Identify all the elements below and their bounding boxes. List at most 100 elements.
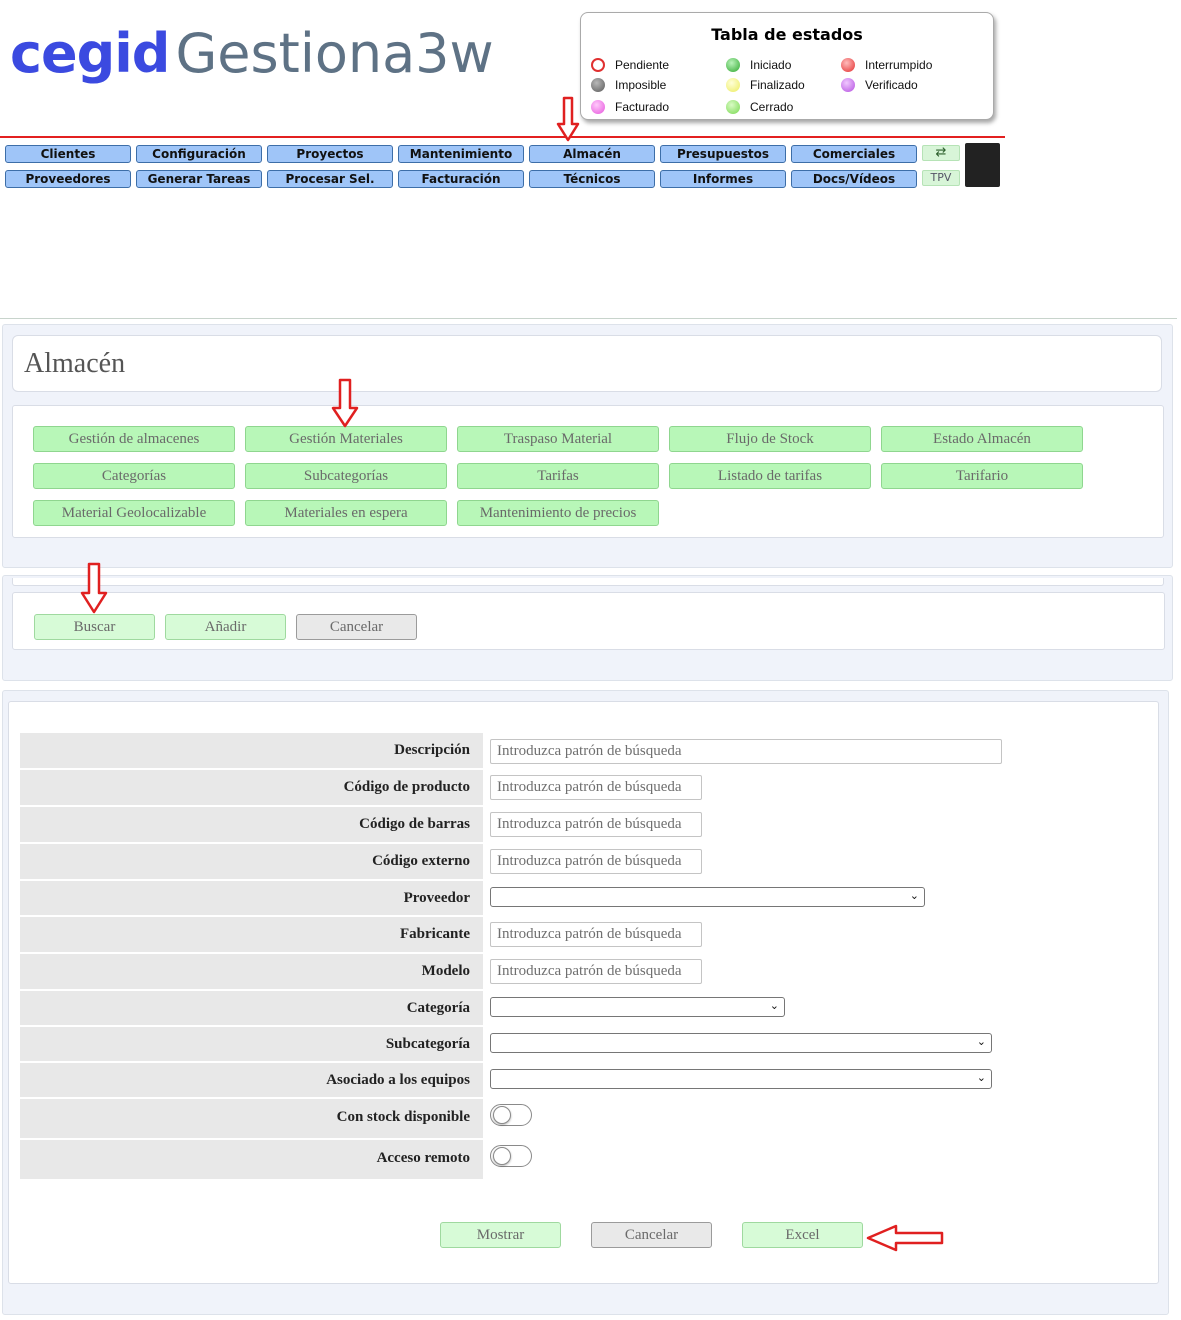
legend-item-pendiente: Pendiente: [591, 57, 669, 73]
imposible-status-icon: [591, 77, 605, 92]
descripcion-input[interactable]: [490, 739, 1002, 764]
nav-comerciales[interactable]: Comerciales: [791, 145, 917, 163]
row-asociado: Asociado a los equipos ⌄: [20, 1063, 1150, 1097]
show-button[interactable]: Mostrar: [440, 1222, 561, 1248]
menu-materiales-espera[interactable]: Materiales en espera: [245, 500, 447, 526]
subcategoria-label: Subcategoría: [20, 1027, 483, 1061]
con-stock-toggle[interactable]: [490, 1104, 532, 1126]
app-logo: cegid Gestiona3w: [10, 22, 494, 102]
legend-item-verificado: Verificado: [841, 77, 918, 93]
nav-tecnicos[interactable]: Técnicos: [529, 170, 655, 188]
fabricante-input[interactable]: [490, 922, 702, 947]
user-menu-button[interactable]: [965, 143, 1000, 187]
row-codigo-barras: Código de barras: [20, 807, 1150, 842]
menu-estado-almacen[interactable]: Estado Almacén: [881, 426, 1083, 452]
codigo-barras-label: Código de barras: [20, 807, 483, 842]
codigo-producto-label: Código de producto: [20, 770, 483, 805]
nav-facturacion[interactable]: Facturación: [398, 170, 524, 188]
codigo-externo-input[interactable]: [490, 849, 702, 874]
row-fabricante: Fabricante: [20, 917, 1150, 952]
legend-item-facturado: Facturado: [591, 99, 669, 115]
acceso-remoto-label: Acceso remoto: [20, 1140, 483, 1179]
codigo-barras-input[interactable]: [490, 812, 702, 837]
menu-listado-tarifas[interactable]: Listado de tarifas: [669, 463, 871, 489]
menu-traspaso-material[interactable]: Traspaso Material: [457, 426, 659, 452]
menu-mantenimiento-precios[interactable]: Mantenimiento de precios: [457, 500, 659, 526]
brand-name: cegid: [10, 22, 170, 85]
header-divider: [0, 136, 1005, 138]
add-button[interactable]: Añadir: [165, 614, 286, 640]
legend-item-finalizado: Finalizado: [726, 77, 805, 93]
swap-icon[interactable]: ⇄: [922, 145, 960, 161]
toggle-knob: [493, 1147, 511, 1165]
categoria-select[interactable]: ⌄: [490, 997, 785, 1017]
descripcion-label: Descripción: [20, 733, 483, 768]
toolbar-top-strip: [12, 578, 1164, 586]
asociado-label: Asociado a los equipos: [20, 1063, 483, 1097]
page-title: Almacén: [24, 348, 126, 379]
categoria-label: Categoría: [20, 991, 483, 1025]
interrumpido-status-icon: [841, 57, 855, 72]
status-legend: Tabla de estados Pendiente Imposible Fac…: [580, 12, 994, 120]
row-codigo-producto: Código de producto: [20, 770, 1150, 805]
chevron-down-icon: ⌄: [769, 999, 779, 1012]
proveedor-select[interactable]: ⌄: [490, 887, 925, 907]
nav-presupuestos[interactable]: Presupuestos: [660, 145, 786, 163]
row-descripcion: Descripción: [20, 733, 1150, 768]
menu-tarifas[interactable]: Tarifas: [457, 463, 659, 489]
codigo-producto-input[interactable]: [490, 775, 702, 800]
toggle-knob: [493, 1106, 511, 1124]
section-header: Almacén: [12, 335, 1162, 392]
facturado-status-icon: [591, 99, 605, 114]
nav-generar-tareas[interactable]: Generar Tareas: [136, 170, 262, 188]
legend-item-iniciado: Iniciado: [726, 57, 791, 73]
nav-almacen[interactable]: Almacén: [529, 145, 655, 163]
nav-procesar-sel[interactable]: Procesar Sel.: [267, 170, 393, 188]
menu-gestion-almacenes[interactable]: Gestión de almacenes: [33, 426, 235, 452]
nav-clientes[interactable]: Clientes: [5, 145, 131, 163]
annotation-arrow-down-icon: [556, 96, 580, 142]
row-codigo-externo: Código externo: [20, 844, 1150, 879]
nav-configuracion[interactable]: Configuración: [136, 145, 262, 163]
chevron-down-icon: ⌄: [976, 1071, 986, 1084]
legend-item-interrumpido: Interrumpido: [841, 57, 932, 73]
nav-mantenimiento[interactable]: Mantenimiento: [398, 145, 524, 163]
acceso-remoto-toggle[interactable]: [490, 1145, 532, 1167]
content-divider: [0, 318, 1177, 319]
codigo-externo-label: Código externo: [20, 844, 483, 879]
form-cancel-button[interactable]: Cancelar: [591, 1222, 712, 1248]
nav-docs-videos[interactable]: Docs/Vídeos: [791, 170, 917, 188]
excel-button[interactable]: Excel: [742, 1222, 863, 1248]
fabricante-label: Fabricante: [20, 917, 483, 952]
legend-item-imposible: Imposible: [591, 77, 666, 93]
tpv-button[interactable]: TPV: [922, 170, 960, 186]
row-subcategoria: Subcategoría ⌄: [20, 1027, 1150, 1061]
row-categoria: Categoría ⌄: [20, 991, 1150, 1025]
menu-material-geolocalizable[interactable]: Material Geolocalizable: [33, 500, 235, 526]
annotation-arrow-left-icon: [866, 1224, 944, 1252]
modelo-input[interactable]: [490, 959, 702, 984]
menu-flujo-stock[interactable]: Flujo de Stock: [669, 426, 871, 452]
product-name: Gestiona3w: [175, 22, 494, 85]
annotation-arrow-down-icon: [80, 562, 108, 614]
cancel-button[interactable]: Cancelar: [296, 614, 417, 640]
chevron-down-icon: ⌄: [909, 889, 919, 902]
cerrado-status-icon: [726, 99, 740, 114]
nav-proveedores[interactable]: Proveedores: [5, 170, 131, 188]
menu-tarifario[interactable]: Tarifario: [881, 463, 1083, 489]
asociado-select[interactable]: ⌄: [490, 1069, 992, 1089]
legend-title: Tabla de estados: [711, 25, 863, 44]
search-button[interactable]: Buscar: [34, 614, 155, 640]
nav-informes[interactable]: Informes: [660, 170, 786, 188]
proveedor-label: Proveedor: [20, 881, 483, 915]
modelo-label: Modelo: [20, 954, 483, 989]
annotation-arrow-down-icon: [331, 378, 359, 428]
subcategoria-select[interactable]: ⌄: [490, 1033, 992, 1053]
verificado-status-icon: [841, 77, 855, 92]
nav-proyectos[interactable]: Proyectos: [267, 145, 393, 163]
chevron-down-icon: ⌄: [976, 1035, 986, 1048]
menu-categorias[interactable]: Categorías: [33, 463, 235, 489]
menu-subcategorias[interactable]: Subcategorías: [245, 463, 447, 489]
menu-gestion-materiales[interactable]: Gestión Materiales: [245, 426, 447, 452]
iniciado-status-icon: [726, 57, 740, 72]
